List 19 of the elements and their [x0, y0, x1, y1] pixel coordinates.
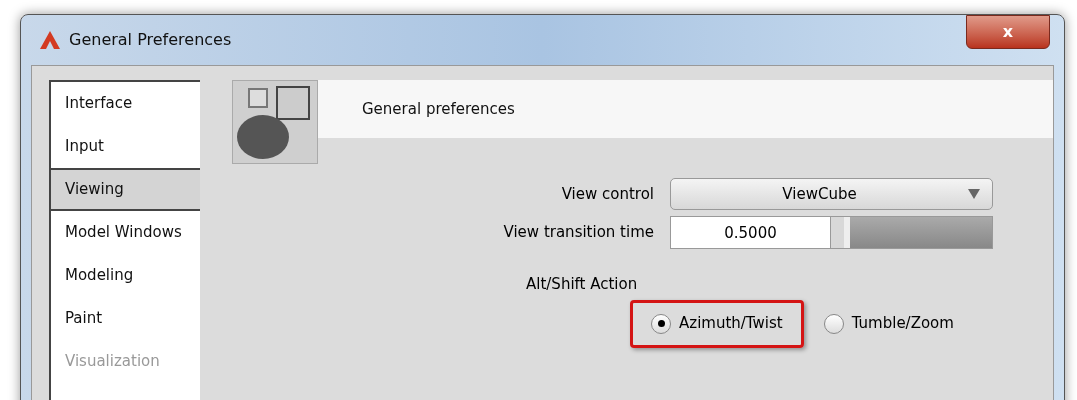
time-slider[interactable]	[831, 217, 992, 248]
field-label: View control	[561, 183, 654, 205]
time-input[interactable]: 0.5000	[671, 217, 831, 248]
field-label: View transition time	[503, 222, 654, 244]
radio-option[interactable]: Azimuth/Twist	[630, 299, 804, 348]
close-button[interactable]: x	[966, 15, 1050, 49]
category-item[interactable]: Modeling	[51, 254, 200, 297]
category-item[interactable]: Interface	[51, 82, 200, 125]
caret-icon	[968, 189, 980, 199]
category-item[interactable]: Input	[51, 125, 200, 168]
view-control-dropdown[interactable]: ViewCube	[670, 178, 993, 210]
radio-option[interactable]: Tumble/Zoom	[805, 299, 972, 348]
category-item[interactable]: Viewing	[51, 168, 200, 211]
category-item[interactable]: Model Windows	[51, 211, 200, 254]
app-logo-icon	[39, 30, 61, 50]
group-label: Alt/Shift Action	[526, 274, 638, 295]
section-title: General preferences	[362, 98, 515, 120]
window-title: General Preferences	[69, 29, 232, 51]
category-item[interactable]: Paint	[51, 297, 200, 340]
